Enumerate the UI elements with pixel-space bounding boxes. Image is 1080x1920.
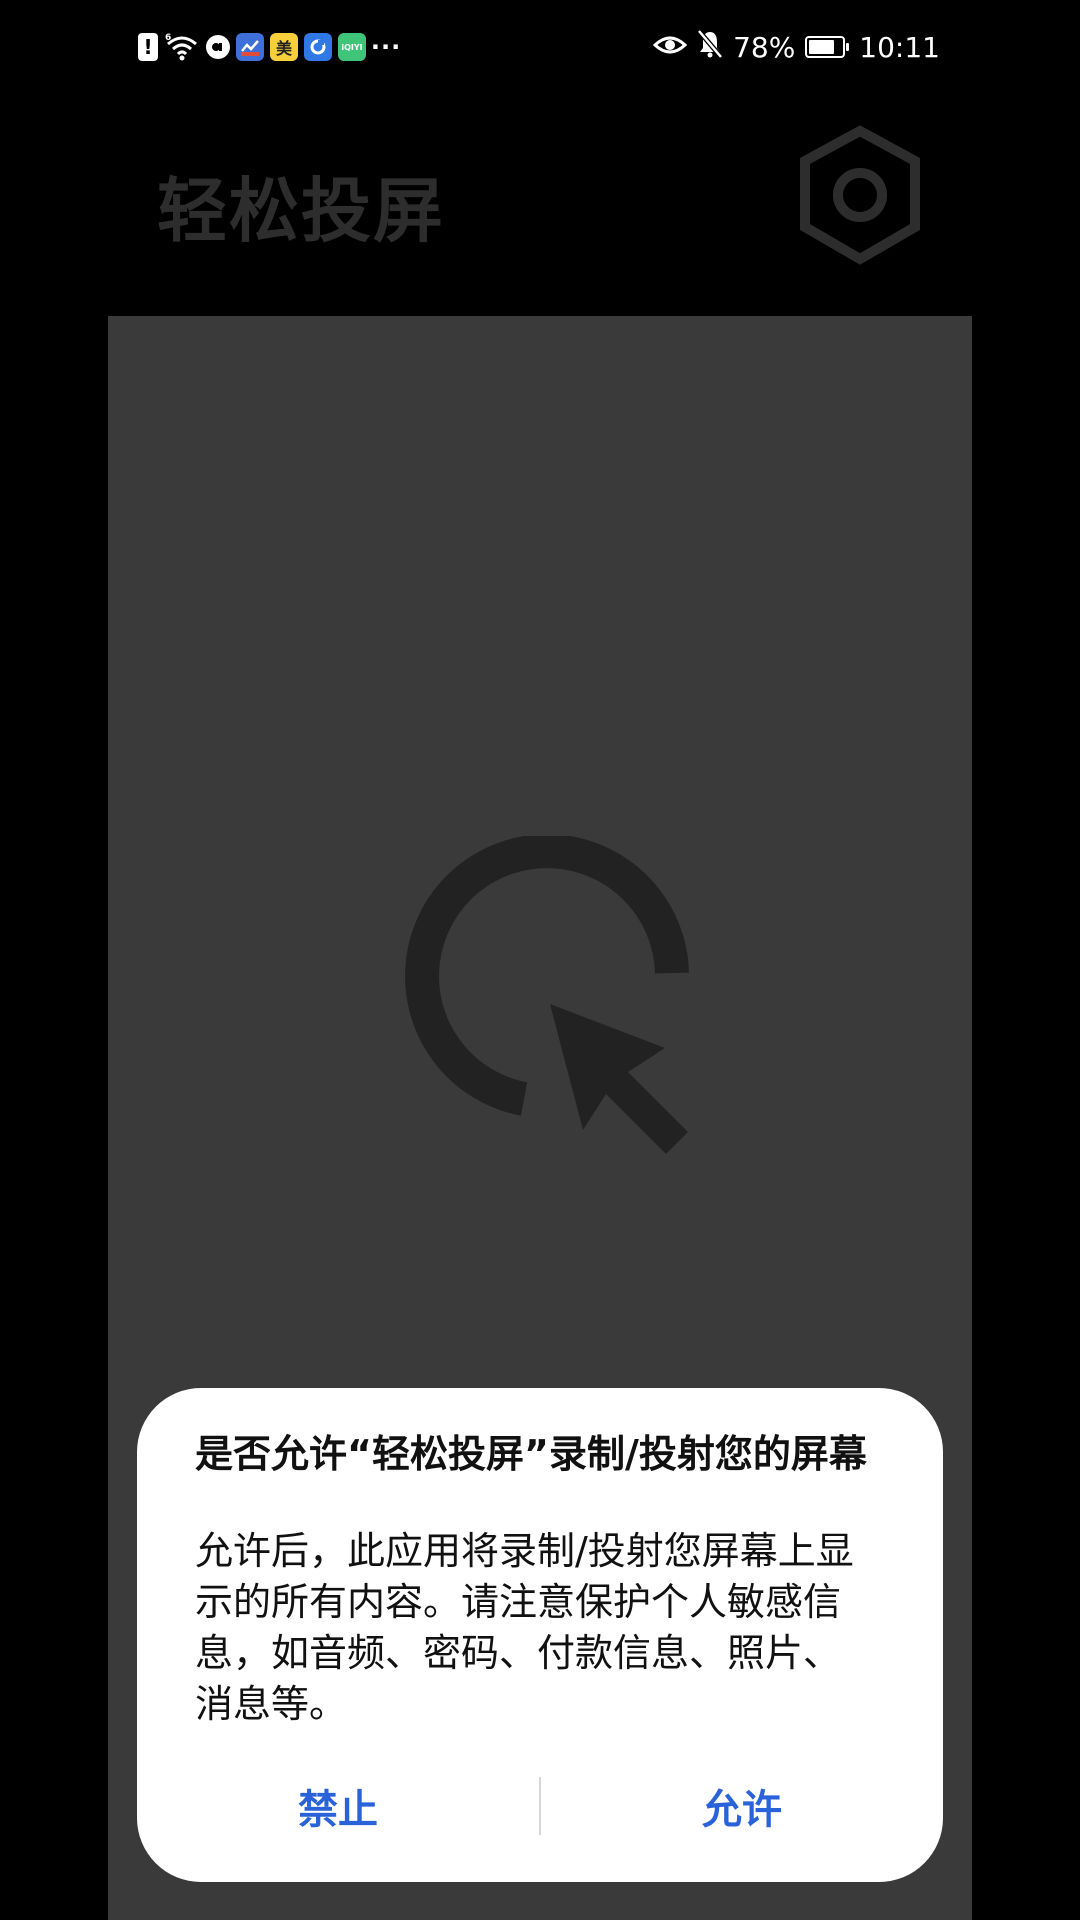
screen: ! 6 美 iQIYI ··· 78% 10:11 轻松投屏 是否允许“轻松投屏…	[0, 0, 1080, 1920]
wifi-icon: 6	[164, 33, 200, 61]
signal-label: 6	[165, 33, 171, 43]
status-right-icons: 78% 10:11	[652, 26, 940, 68]
status-left-icons: ! 6 美 iQIYI ···	[138, 28, 400, 66]
clock: 10:11	[859, 30, 940, 64]
bell-off-icon	[697, 28, 723, 66]
dialog-body-line: 示的所有内容。请注意保护个人敏感信	[195, 1580, 842, 1624]
app-icon-1	[206, 35, 230, 59]
app-title: 轻松投屏	[157, 170, 445, 252]
app-icon-4	[304, 33, 332, 61]
screen-cast-cursor-icon[interactable]	[398, 834, 718, 1156]
dialog-body: 允许后，此应用将录制/投射您屏幕上显 示的所有内容。请注意保护个人敏感信 息，如…	[195, 1526, 895, 1730]
battery-icon	[805, 36, 850, 58]
app-icon-2	[236, 33, 264, 61]
dialog-body-line: 消息等。	[195, 1682, 348, 1726]
eye-icon	[652, 31, 688, 64]
dialog-title: 是否允许“轻松投屏”录制/投射您的屏幕	[195, 1432, 867, 1476]
app-icon-iqiyi: iQIYI	[338, 33, 366, 61]
allow-button[interactable]: 允许	[541, 1777, 943, 1835]
settings-hexagon-icon[interactable]	[795, 123, 925, 268]
dialog-body-line: 允许后，此应用将录制/投射您屏幕上显	[195, 1529, 854, 1573]
more-dots-icon: ···	[370, 33, 402, 61]
battery-fill	[809, 40, 835, 54]
status-bar: ! 6 美 iQIYI ··· 78% 10:11	[0, 0, 1080, 95]
deny-button[interactable]: 禁止	[137, 1777, 539, 1835]
permission-dialog: 是否允许“轻松投屏”录制/投射您的屏幕 允许后，此应用将录制/投射您屏幕上显 示…	[137, 1388, 943, 1882]
battery-percent: 78%	[733, 30, 796, 64]
alert-icon: !	[138, 33, 158, 61]
app-icon-mei: 美	[270, 33, 298, 61]
dialog-body-line: 息，如音频、密码、付款信息、照片、	[195, 1631, 842, 1675]
dialog-actions: 禁止 允许	[137, 1768, 943, 1844]
